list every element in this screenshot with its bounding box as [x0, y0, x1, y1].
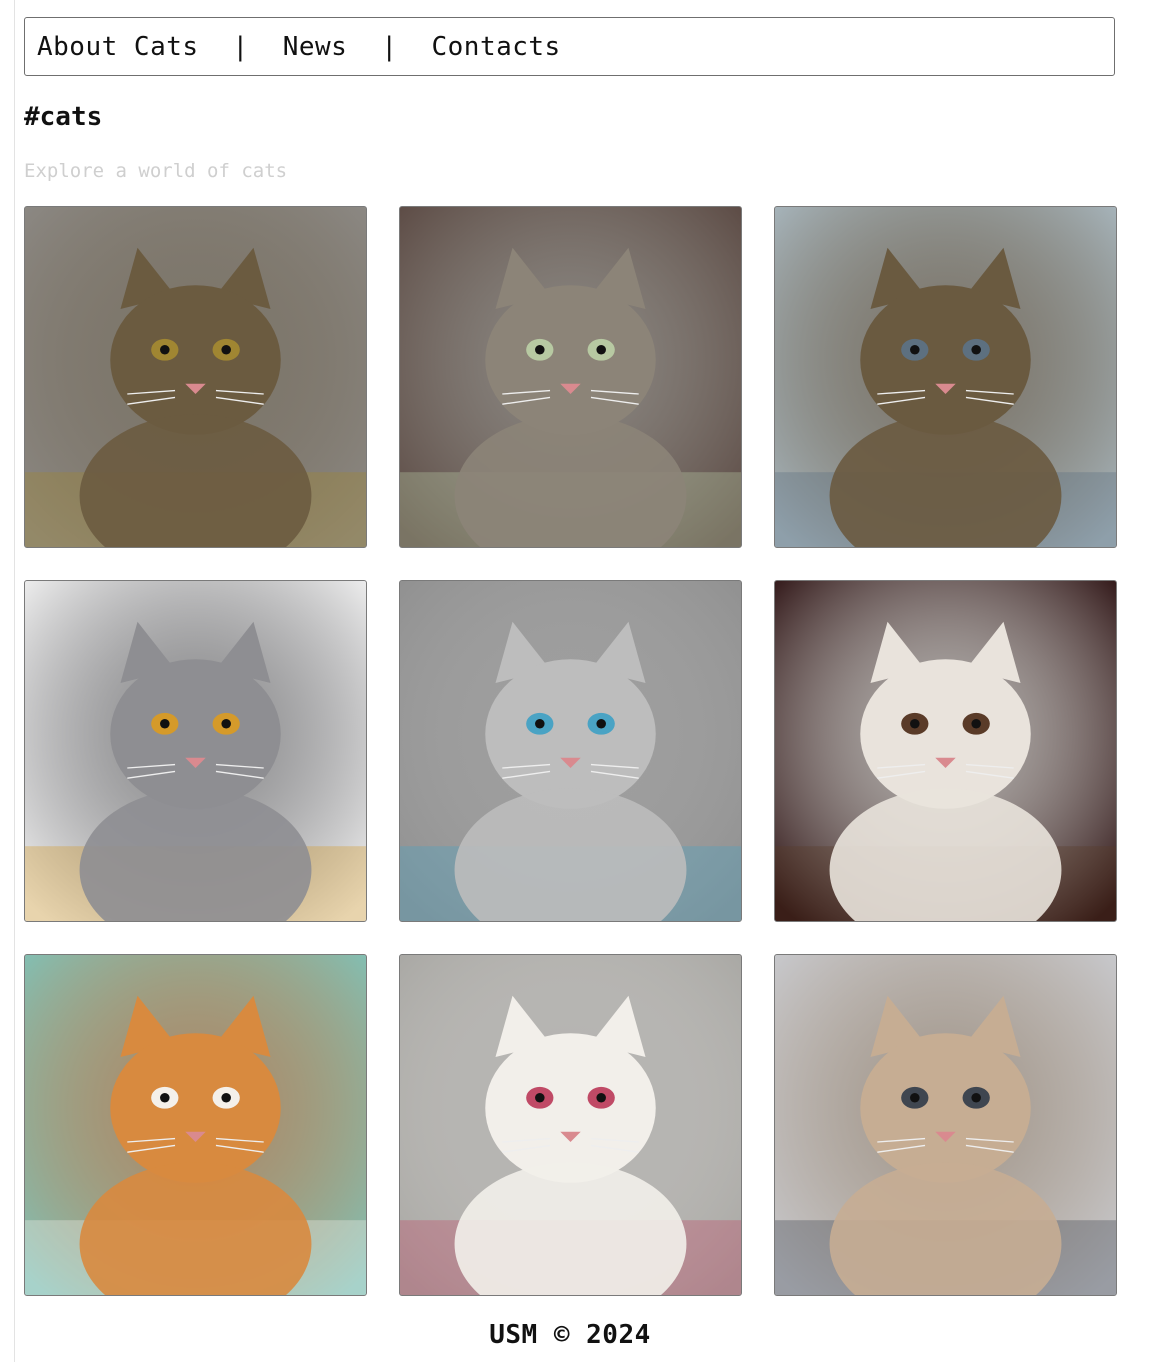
- cat-photo-image: [400, 207, 741, 547]
- nav-separator: |: [381, 31, 398, 62]
- cat-photo[interactable]: [24, 954, 367, 1296]
- cat-photo-image: [400, 955, 741, 1295]
- nav-about-cats[interactable]: About Cats: [37, 32, 199, 62]
- page-title: #cats: [24, 102, 103, 132]
- page-subtitle: Explore a world of cats: [24, 160, 288, 182]
- cat-photo-image: [775, 207, 1116, 547]
- cat-photo[interactable]: [399, 580, 742, 922]
- top-nav: About Cats | News | Contacts: [24, 17, 1115, 76]
- cat-photo-image: [400, 581, 741, 921]
- cat-photo[interactable]: [774, 580, 1117, 922]
- cat-photo-image: [25, 955, 366, 1295]
- cat-photo[interactable]: [774, 206, 1117, 548]
- cat-photo-image: [25, 581, 366, 921]
- cat-photo-image: [25, 207, 366, 547]
- nav-separator: |: [232, 31, 249, 62]
- nav-contacts[interactable]: Contacts: [431, 32, 560, 62]
- cat-photo-image: [775, 581, 1116, 921]
- cat-photo[interactable]: [399, 954, 742, 1296]
- cat-photo[interactable]: [24, 580, 367, 922]
- nav-news[interactable]: News: [283, 32, 348, 62]
- cat-photo[interactable]: [774, 954, 1117, 1296]
- cat-photo[interactable]: [24, 206, 367, 548]
- cat-photo[interactable]: [399, 206, 742, 548]
- cat-gallery: [24, 206, 1118, 1296]
- left-divider: [14, 0, 15, 1362]
- cat-photo-image: [775, 955, 1116, 1295]
- footer-copyright: USM © 2024: [489, 1320, 651, 1350]
- page: About Cats | News | Contacts #cats Explo…: [0, 0, 1154, 1362]
